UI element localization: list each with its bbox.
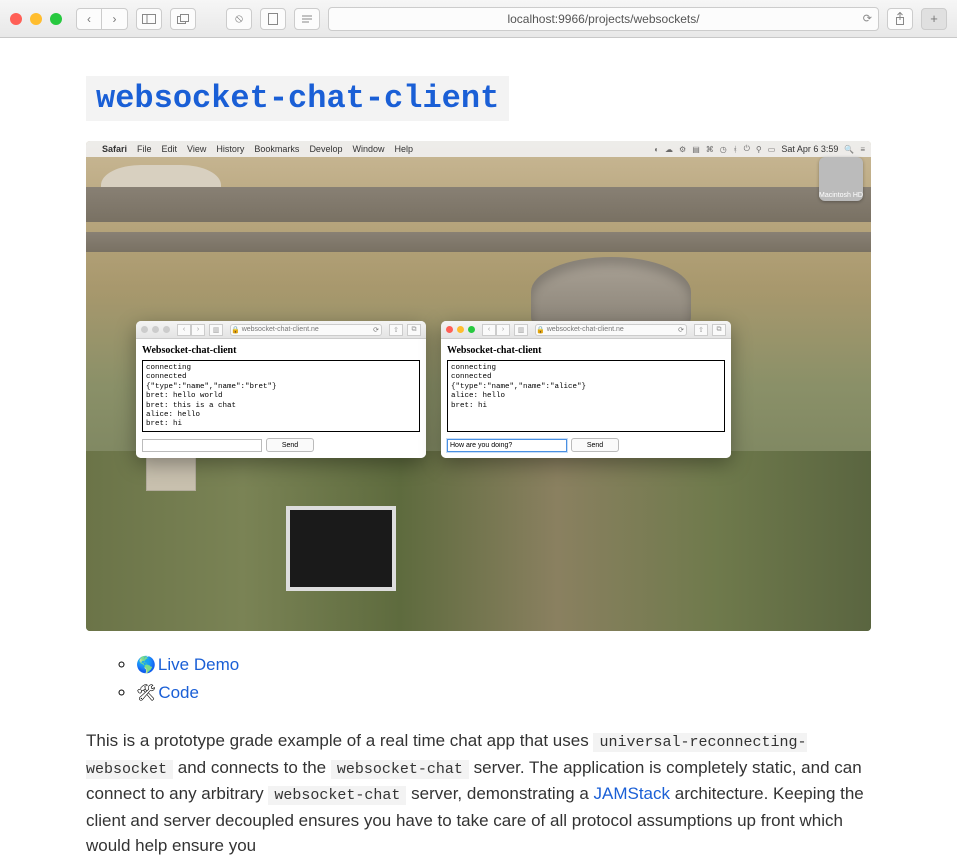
reader-list-icon	[268, 13, 278, 25]
chat-window-alice: ‹ › ▥ 🔒websocket-chat-client.ne ⟳ ⇧ ⧉ We…	[441, 321, 731, 458]
desktop-disk-icon: Macintosh HD	[819, 157, 863, 201]
page-content: websocket-chat-client Safari File Edit V…	[0, 38, 957, 857]
spotlight-icon: 🔍	[844, 145, 854, 154]
mini-address-bar: 🔒websocket-chat-client.ne ⟳	[535, 324, 687, 336]
sidebar-icon	[142, 14, 156, 24]
menu-help: Help	[394, 144, 413, 154]
nav-buttons: ‹ ›	[76, 8, 128, 30]
privacy-button[interactable]: ⦸	[226, 8, 252, 30]
menubar-menus: File Edit View History Bookmarks Develop…	[137, 144, 413, 154]
new-tab-button[interactable]: +	[921, 8, 947, 30]
mini-address-bar: 🔒websocket-chat-client.ne ⟳	[230, 324, 382, 336]
chat-window-bret: ‹ › ▥ 🔒websocket-chat-client.ne ⟳ ⇧ ⧉ We…	[136, 321, 426, 458]
back-button[interactable]: ‹	[76, 8, 102, 30]
menu-history: History	[216, 144, 244, 154]
menubar-status-icon: ◷	[720, 145, 727, 154]
reader-list-button[interactable]	[260, 8, 286, 30]
tools-icon: 🛠	[136, 685, 156, 702]
mini-forward-button: ›	[496, 324, 510, 336]
close-window-button[interactable]	[10, 13, 22, 25]
mini-traffic-lights	[141, 326, 170, 333]
code-snippet: websocket-chat	[268, 786, 406, 805]
tabs-icon	[177, 14, 189, 24]
chat-message-input[interactable]	[142, 439, 262, 452]
live-demo-link[interactable]: Live Demo	[158, 655, 239, 674]
menubar-clock: Sat Apr 6 3:59	[781, 144, 838, 154]
minimize-window-button[interactable]	[30, 13, 42, 25]
screenshot-menubar: Safari File Edit View History Bookmarks …	[86, 141, 871, 157]
code-link[interactable]: Code	[158, 683, 199, 702]
globe-icon: 🌎	[136, 657, 156, 674]
menu-file: File	[137, 144, 152, 154]
mini-back-button: ‹	[177, 324, 191, 336]
address-bar-text: localhost:9966/projects/websockets/	[507, 12, 699, 26]
menubar-status-icon: ⏻	[744, 144, 750, 154]
mini-share-button: ⇧	[389, 324, 403, 336]
mini-tabs-button: ⧉	[712, 324, 726, 336]
menu-bookmarks: Bookmarks	[254, 144, 299, 154]
mini-share-button: ⇧	[694, 324, 708, 336]
chat-log: connecting connected {"type":"name","nam…	[142, 360, 420, 432]
share-button[interactable]	[887, 8, 913, 30]
menubar-status-icon: ☁	[665, 145, 673, 154]
chat-log: connecting connected {"type":"name","nam…	[447, 360, 725, 432]
address-bar[interactable]: localhost:9966/projects/websockets/ ⟳	[328, 7, 879, 31]
share-icon	[894, 12, 906, 26]
mini-back-button: ‹	[482, 324, 496, 336]
project-description: This is a prototype grade example of a r…	[86, 728, 871, 857]
chat-message-input[interactable]	[447, 439, 567, 452]
page-title: websocket-chat-client	[86, 76, 509, 121]
mini-forward-button: ›	[191, 324, 205, 336]
reader-button[interactable]	[294, 8, 320, 30]
menubar-status-icon: ▤	[692, 145, 700, 154]
forward-button[interactable]: ›	[102, 8, 128, 30]
maximize-window-button[interactable]	[50, 13, 62, 25]
mini-sidebar-button: ▥	[514, 324, 528, 336]
send-button[interactable]: Send	[571, 438, 619, 452]
code-snippet: websocket-chat	[331, 760, 469, 779]
menubar-status-icon: ᚼ	[733, 145, 738, 154]
menubar-status-icon: ⚙	[679, 145, 686, 154]
list-item: 🛠Code	[136, 679, 871, 707]
reader-icon	[301, 14, 313, 24]
browser-toolbar: ‹ › ⦸ localhost:9966/projects/websockets…	[0, 0, 957, 38]
jamstack-link[interactable]: JAMStack	[594, 784, 671, 803]
chat-page-title: Websocket-chat-client	[142, 345, 420, 356]
menu-develop: Develop	[309, 144, 342, 154]
mini-traffic-lights	[446, 326, 475, 333]
menubar-app-name: Safari	[102, 144, 127, 154]
sidebar-button[interactable]	[136, 8, 162, 30]
menubar-battery-icon: ▭	[768, 145, 776, 154]
mini-tabs-button: ⧉	[407, 324, 421, 336]
menubar-wifi-icon: ⚲	[756, 145, 762, 154]
mini-sidebar-button: ▥	[209, 324, 223, 336]
mini-toolbar: ‹ › ▥ 🔒websocket-chat-client.ne ⟳ ⇧ ⧉	[136, 321, 426, 339]
menu-window: Window	[352, 144, 384, 154]
traffic-lights	[10, 13, 62, 25]
reload-icon[interactable]: ⟳	[863, 12, 872, 25]
chat-page-title: Websocket-chat-client	[447, 345, 725, 356]
menu-view: View	[187, 144, 206, 154]
tabs-button[interactable]	[170, 8, 196, 30]
hero-screenshot: Safari File Edit View History Bookmarks …	[86, 141, 871, 631]
menubar-status-icon: ⌘	[706, 145, 714, 154]
list-item: 🌎Live Demo	[136, 651, 871, 679]
mini-toolbar: ‹ › ▥ 🔒websocket-chat-client.ne ⟳ ⇧ ⧉	[441, 321, 731, 339]
disk-label: Macintosh HD	[819, 192, 863, 199]
menubar-status-icon: ◐	[654, 145, 659, 154]
send-button[interactable]: Send	[266, 438, 314, 452]
project-links: 🌎Live Demo 🛠Code	[136, 651, 871, 706]
menu-edit: Edit	[162, 144, 178, 154]
notifications-icon: ≡	[860, 145, 865, 154]
